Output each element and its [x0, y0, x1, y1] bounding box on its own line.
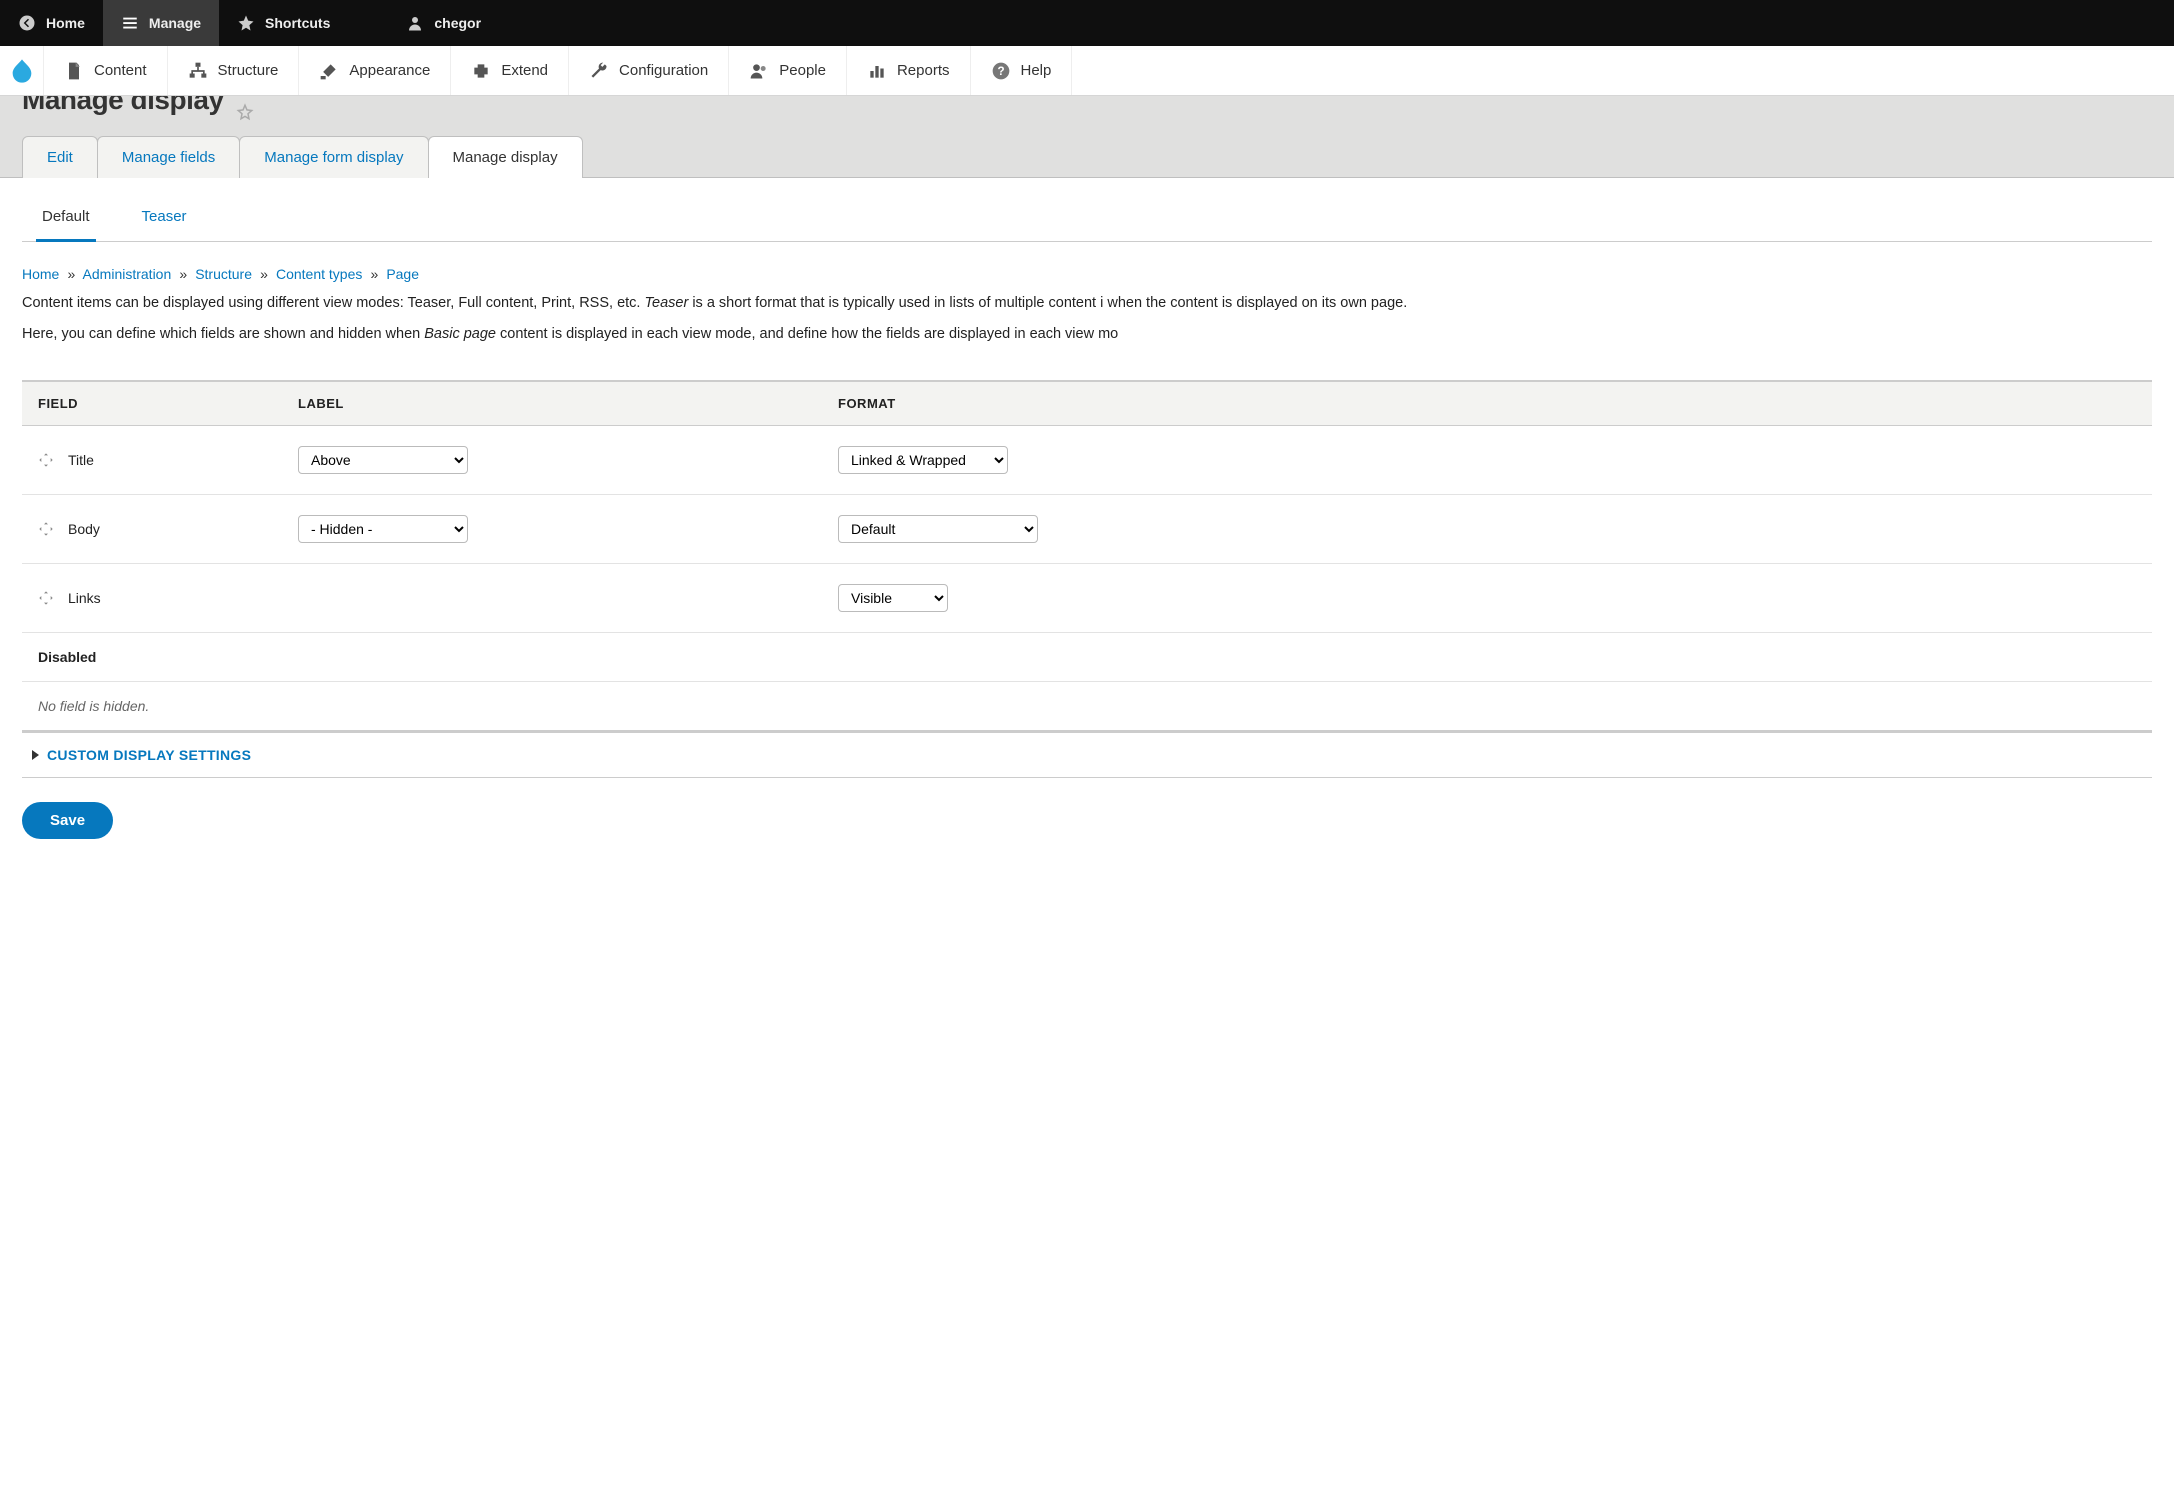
toolbar-manage-label: Manage [149, 15, 201, 31]
wrench-icon [589, 61, 609, 81]
toolbar-user-label: chegor [434, 15, 481, 31]
help-paragraph-1: Content items can be displayed using dif… [22, 292, 2152, 323]
toolbar-manage[interactable]: Manage [103, 0, 219, 46]
tab-edit[interactable]: Edit [22, 136, 98, 178]
breadcrumb: Home » Administration » Structure » Cont… [22, 242, 2152, 292]
format-select-body[interactable]: Default [838, 515, 1038, 543]
help-text-span: content is displayed in each view mode, … [496, 326, 1118, 342]
toolbar-shortcuts[interactable]: Shortcuts [219, 0, 348, 46]
format-select-links[interactable]: Visible [838, 584, 948, 612]
help-text-em: Basic page [424, 326, 496, 342]
table-header-format: FORMAT [838, 396, 2136, 411]
drag-handle-icon[interactable] [38, 452, 54, 468]
hierarchy-icon [188, 61, 208, 81]
tab-manage-display[interactable]: Manage display [428, 136, 583, 178]
table-header-label: LABEL [298, 396, 838, 411]
toolbar-user[interactable]: chegor [388, 0, 499, 46]
drupal-logo[interactable] [0, 46, 44, 95]
star-icon [237, 14, 255, 32]
adminbar-appearance-label: Appearance [349, 62, 430, 79]
people-icon [749, 61, 769, 81]
toolbar-home-label: Home [46, 15, 85, 31]
disabled-empty-message: No field is hidden. [22, 682, 2152, 731]
adminbar-appearance[interactable]: Appearance [299, 46, 451, 95]
help-paragraph-2: Here, you can define which fields are sh… [22, 323, 2152, 354]
table-header: FIELD LABEL FORMAT [22, 381, 2152, 426]
adminbar-configuration[interactable]: Configuration [569, 46, 729, 95]
secondary-tabs: Default Teaser [22, 178, 2152, 242]
label-select-body[interactable]: - Hidden - [298, 515, 468, 543]
puzzle-icon [471, 61, 491, 81]
breadcrumb-structure[interactable]: Structure [195, 266, 252, 282]
adminbar-people[interactable]: People [729, 46, 847, 95]
table-header-field: FIELD [38, 396, 298, 411]
adminbar-extend[interactable]: Extend [451, 46, 569, 95]
adminbar-extend-label: Extend [501, 62, 548, 79]
help-text-span: Here, you can define which fields are sh… [22, 326, 424, 342]
disabled-section-header: Disabled [22, 633, 2152, 682]
field-name: Title [68, 452, 94, 468]
custom-display-settings-toggle[interactable]: CUSTOM DISPLAY SETTINGS [22, 732, 2152, 778]
adminbar-structure-label: Structure [218, 62, 279, 79]
adminbar-help[interactable]: ? Help [971, 46, 1073, 95]
breadcrumb-page[interactable]: Page [386, 266, 419, 282]
table-row-body: Body - Hidden - Default [22, 495, 2152, 564]
primary-tabs: Edit Manage fields Manage form display M… [0, 122, 2174, 178]
toolbar: Home Manage Shortcuts chegor [0, 0, 2174, 46]
save-button[interactable]: Save [22, 802, 113, 839]
page-header-region: Manage display Edit Manage fields Manage… [0, 96, 2174, 178]
breadcrumb-home[interactable]: Home [22, 266, 59, 282]
user-icon [406, 14, 424, 32]
adminbar-content[interactable]: Content [44, 46, 168, 95]
tab-manage-fields[interactable]: Manage fields [97, 136, 240, 178]
adminbar-people-label: People [779, 62, 826, 79]
custom-display-settings-label: CUSTOM DISPLAY SETTINGS [47, 747, 251, 763]
toolbar-spacer [348, 0, 388, 46]
adminbar-configuration-label: Configuration [619, 62, 708, 79]
breadcrumb-content-types[interactable]: Content types [276, 266, 362, 282]
drupal-icon [8, 57, 36, 85]
favorite-star-icon[interactable] [236, 103, 254, 121]
label-select-title[interactable]: Above [298, 446, 468, 474]
toolbar-home[interactable]: Home [0, 0, 103, 46]
document-icon [64, 61, 84, 81]
content-region: Default Teaser Home » Administration » S… [0, 177, 2174, 879]
breadcrumb-sep: » [366, 266, 382, 282]
field-display-table: FIELD LABEL FORMAT Title Above Linked & … [22, 380, 2152, 732]
toolbar-shortcuts-label: Shortcuts [265, 15, 330, 31]
bar-chart-icon [867, 61, 887, 81]
breadcrumb-sep: » [256, 266, 272, 282]
adminbar-structure[interactable]: Structure [168, 46, 300, 95]
tab-manage-form-display[interactable]: Manage form display [239, 136, 428, 178]
subtab-default[interactable]: Default [36, 200, 96, 242]
format-select-title[interactable]: Linked & Wrapped [838, 446, 1008, 474]
drag-handle-icon[interactable] [38, 521, 54, 537]
adminbar-reports-label: Reports [897, 62, 950, 79]
svg-text:?: ? [997, 65, 1004, 78]
field-name: Links [68, 590, 101, 606]
chevron-right-icon [32, 750, 39, 760]
back-icon [18, 14, 36, 32]
breadcrumb-administration[interactable]: Administration [83, 266, 172, 282]
field-name: Body [68, 521, 100, 537]
help-text-span: is a short format that is typically used… [688, 295, 1407, 311]
hamburger-icon [121, 14, 139, 32]
breadcrumb-sep: » [175, 266, 191, 282]
table-row-links: Links Visible [22, 564, 2152, 633]
adminbar-content-label: Content [94, 62, 147, 79]
drag-handle-icon[interactable] [38, 590, 54, 606]
help-icon: ? [991, 61, 1011, 81]
breadcrumb-sep: » [63, 266, 79, 282]
help-text-em: Teaser [644, 295, 688, 311]
table-row-title: Title Above Linked & Wrapped [22, 426, 2152, 495]
page-title: Manage display [22, 96, 224, 122]
adminbar: Content Structure Appearance Extend Conf… [0, 46, 2174, 96]
adminbar-reports[interactable]: Reports [847, 46, 971, 95]
subtab-teaser[interactable]: Teaser [136, 200, 193, 241]
paintbrush-icon [319, 61, 339, 81]
help-text-span: Content items can be displayed using dif… [22, 295, 644, 311]
adminbar-help-label: Help [1021, 62, 1052, 79]
